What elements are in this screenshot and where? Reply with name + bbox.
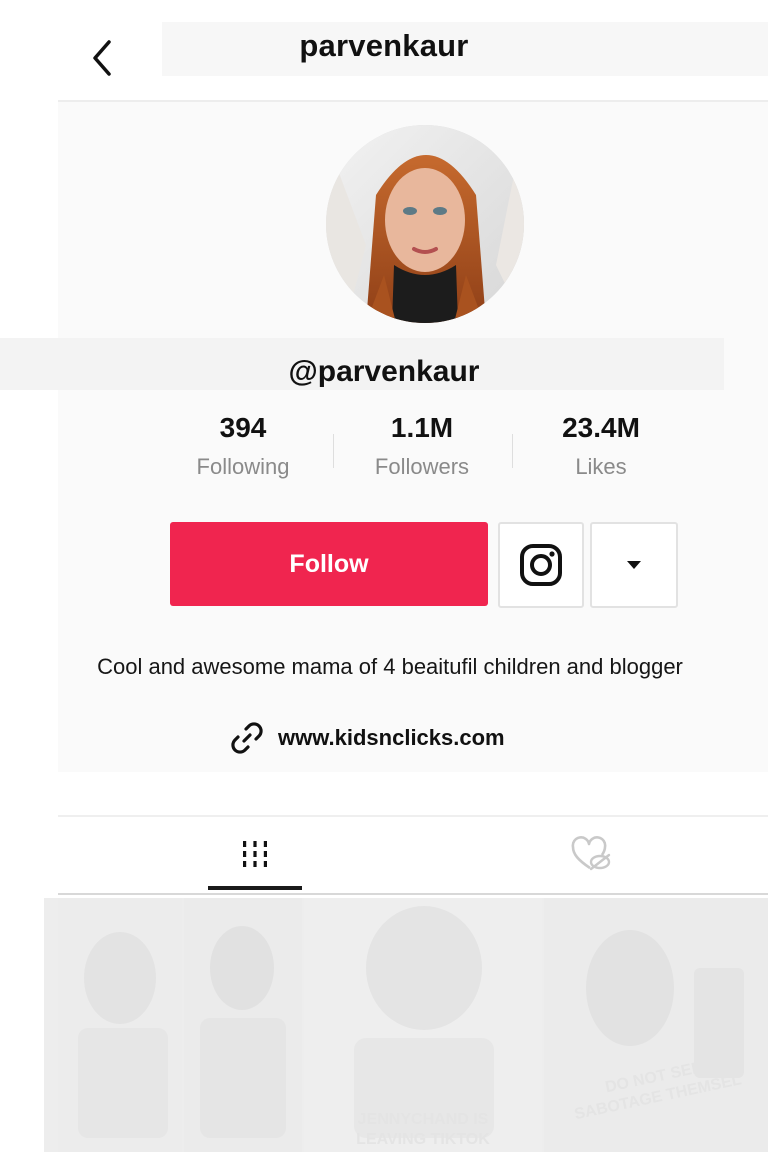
back-button[interactable] xyxy=(80,32,124,84)
video-thumbnail[interactable] xyxy=(184,898,302,1152)
more-options-button[interactable] xyxy=(590,522,678,608)
video-thumbnail-image xyxy=(200,926,286,1138)
video-thumbnail-image xyxy=(78,932,168,1138)
avatar[interactable] xyxy=(326,125,524,323)
likes-count: 23.4M xyxy=(562,412,640,443)
heart-hidden-icon xyxy=(571,836,611,871)
profile-link[interactable]: www.kidsnclicks.com xyxy=(230,718,505,758)
profile-handle: @parvenkaur xyxy=(288,355,480,388)
video-thumbnail[interactable]: JENNYCHAND IS LEAVING TIKTOK xyxy=(304,898,542,1152)
stat-likes: 23.4M Likes xyxy=(511,412,691,480)
avatar-image xyxy=(326,125,524,323)
tab-videos[interactable] xyxy=(208,826,302,882)
followers-count: 1.1M xyxy=(390,412,454,443)
tabs-divider xyxy=(58,815,768,817)
chevron-left-icon xyxy=(93,40,111,76)
tab-liked[interactable] xyxy=(544,826,638,882)
grid-icon xyxy=(243,841,267,867)
instagram-button[interactable] xyxy=(498,522,584,608)
video-grid: JENNYCHAND IS LEAVING TIKTOK DO NOT SEE … xyxy=(44,898,768,1152)
follow-button[interactable]: Follow xyxy=(170,522,488,606)
stat-followers[interactable]: 1.1M Followers xyxy=(332,412,512,480)
active-tab-indicator xyxy=(208,886,302,890)
stat-following[interactable]: 394 Following xyxy=(153,412,333,480)
profile-bio: Cool and awesome mama of 4 beaitufil chi… xyxy=(97,654,683,679)
instagram-icon xyxy=(520,544,562,586)
video-thumbnail[interactable]: DO NOT SEE SABOTAGE THEMSEL xyxy=(544,898,768,1152)
video-caption: JENNYCHAND IS LEAVING TIKTOK xyxy=(356,1111,490,1148)
tabs-bottom-divider xyxy=(58,893,768,895)
profile-link-text: www.kidsnclicks.com xyxy=(278,725,505,750)
likes-label: Likes xyxy=(575,454,627,479)
caret-down-icon xyxy=(627,561,641,569)
followers-label: Followers xyxy=(374,454,470,479)
link-icon xyxy=(231,722,263,754)
following-count: 394 xyxy=(219,412,267,443)
page-title: parvenkaur xyxy=(299,28,469,63)
video-thumbnail[interactable] xyxy=(58,898,182,1152)
following-label: Following xyxy=(196,454,290,479)
